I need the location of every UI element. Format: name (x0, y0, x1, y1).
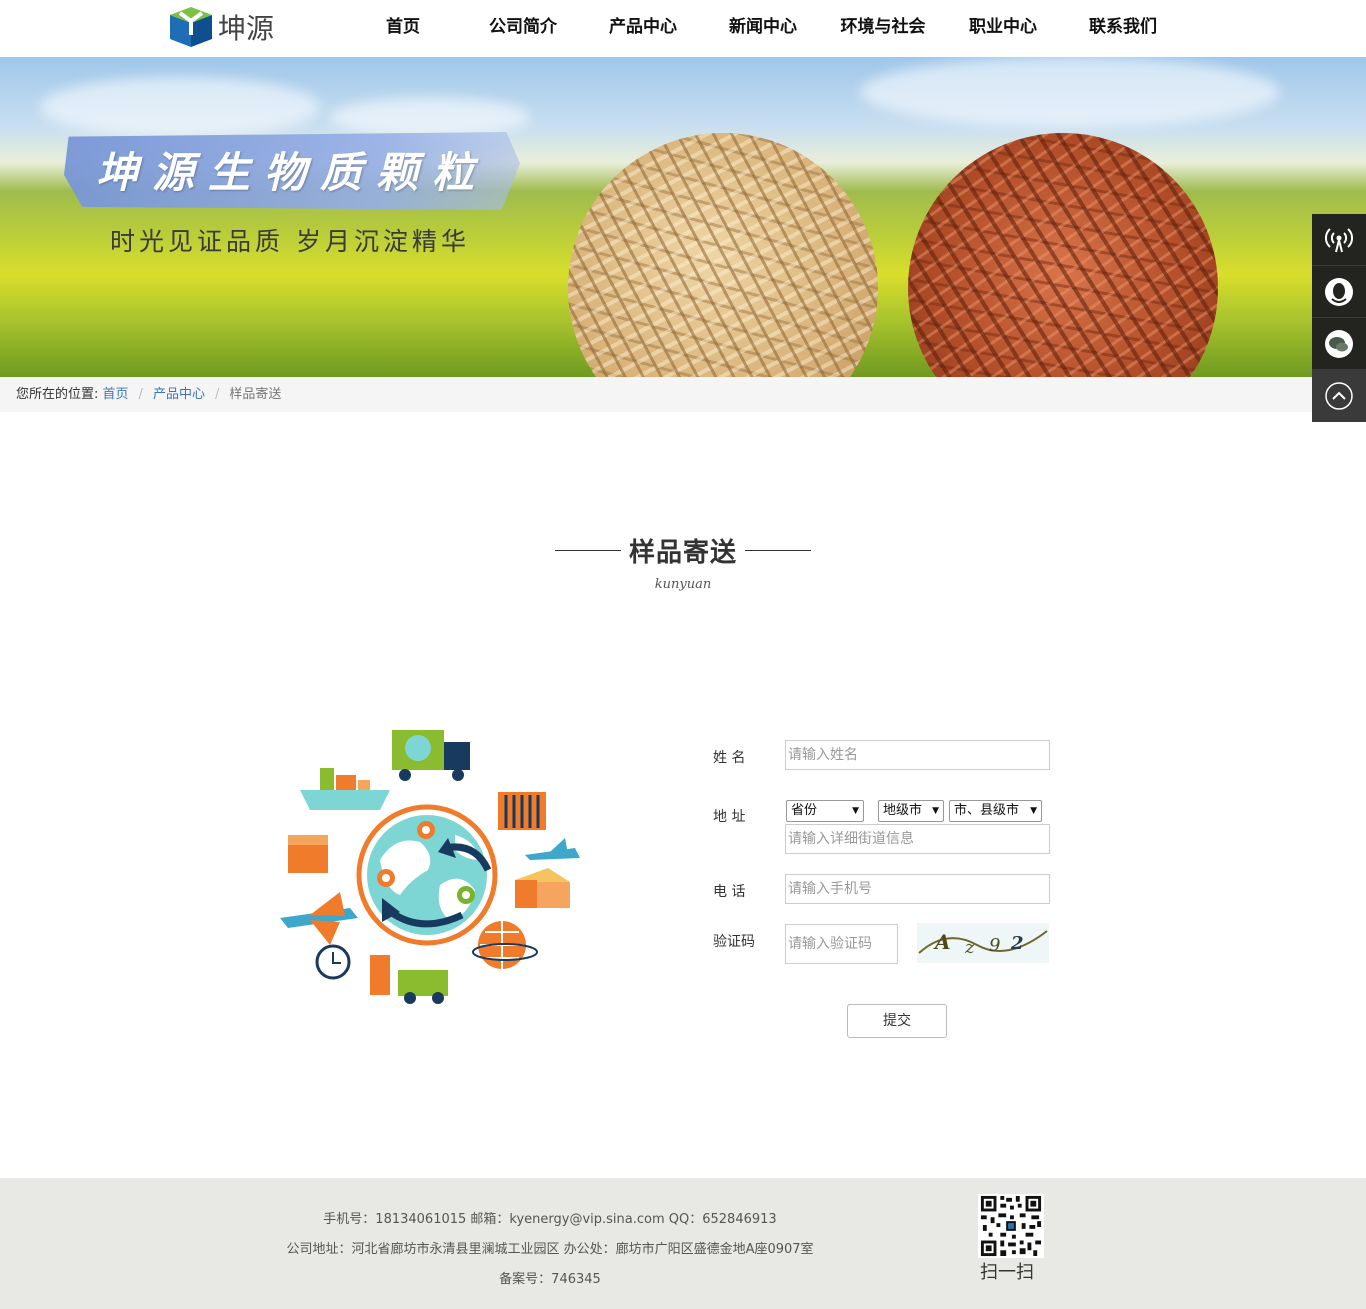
side-qq-button[interactable] (1312, 266, 1366, 318)
heading-divider (554, 550, 621, 551)
dropdown-arrow-icon: ▼ (932, 806, 939, 816)
dropdown-arrow-icon: ▼ (1030, 806, 1037, 816)
nav-environment[interactable]: 环境与社会 (823, 0, 943, 57)
breadcrumb-products[interactable]: 产品中心 (153, 387, 205, 402)
breadcrumb-separator: / (138, 387, 143, 402)
cloud-decoration (860, 57, 1280, 127)
side-float-toolbar (1312, 214, 1366, 422)
hero-banner: 坤源生物质颗粒 时光见证品质 岁月沉淀精华 (0, 57, 1366, 377)
street-input[interactable]: 请输入详细街道信息 (785, 824, 1050, 854)
nav-home[interactable]: 首页 (343, 0, 463, 57)
name-input[interactable]: 请输入姓名 (785, 740, 1050, 770)
side-phone-button[interactable] (1312, 214, 1366, 266)
qq-icon (1325, 277, 1353, 306)
wechat-icon (1325, 329, 1353, 358)
province-select[interactable]: 省份 ▼ (786, 800, 864, 822)
phone-input[interactable]: 请输入手机号 (785, 874, 1050, 904)
city-select[interactable]: 地级市 ▼ (878, 800, 944, 822)
footer-contact-line: 手机号：18134061015 邮箱：kyenergy@vip.sina.com… (323, 1212, 777, 1227)
breadcrumb-home[interactable]: 首页 (103, 387, 129, 402)
qr-caption: 扫一扫 (980, 1262, 1034, 1283)
banner-slogan: 时光见证品质 岁月沉淀精华 (110, 227, 470, 256)
captcha-input[interactable]: 请输入验证码 (785, 924, 898, 964)
logistics-illustration (280, 730, 580, 1004)
name-label: 姓 名 (713, 750, 746, 766)
cloud-decoration (40, 77, 320, 137)
site-header: 坤源 首页 公司简介 产品中心 新闻中心 环境与社会 职业中心 联系我们 (0, 0, 1366, 57)
signal-icon (1324, 227, 1354, 252)
logo[interactable]: 坤源 (168, 5, 274, 49)
breadcrumb-separator: / (214, 387, 220, 402)
chevron-up-icon (1325, 381, 1353, 410)
section-subtitle: kunyuan (654, 577, 712, 592)
phone-label: 电 话 (713, 884, 746, 900)
nav-contact[interactable]: 联系我们 (1063, 0, 1183, 57)
heading-divider (745, 550, 811, 551)
svg-text:A: A (933, 930, 951, 954)
svg-text:9: 9 (989, 935, 1000, 956)
back-to-top-button[interactable] (1312, 370, 1366, 422)
section-title: 样品寄送 (628, 538, 737, 568)
nav-careers[interactable]: 职业中心 (943, 0, 1063, 57)
svg-text:z: z (964, 937, 975, 958)
main-nav: 首页 公司简介 产品中心 新闻中心 环境与社会 职业中心 联系我们 (343, 0, 1183, 57)
city-value: 地级市 (883, 803, 923, 818)
side-wechat-button[interactable] (1312, 318, 1366, 370)
nav-news[interactable]: 新闻中心 (703, 0, 823, 57)
nav-products[interactable]: 产品中心 (583, 0, 703, 57)
qr-code-image (978, 1194, 1044, 1258)
captcha-image[interactable]: A z 9 2 (917, 923, 1049, 963)
county-value: 市、县级市 (954, 803, 1020, 818)
footer-icp-line: 备案号：746345 (499, 1272, 601, 1287)
svg-text:2: 2 (1010, 933, 1024, 954)
breadcrumb-current: 样品寄送 (229, 387, 282, 402)
breadcrumb: 您所在的位置: 首页 / 产品中心 / 样品寄送 (0, 377, 1366, 412)
section-heading: 样品寄送 (0, 532, 1366, 569)
cloud-decoration (330, 97, 530, 137)
county-select[interactable]: 市、县级市 ▼ (949, 800, 1042, 822)
nav-about[interactable]: 公司简介 (463, 0, 583, 57)
province-value: 省份 (791, 803, 818, 818)
footer-address-line: 公司地址：河北省廊坊市永清县里澜城工业园区 办公处：廊坊市广阳区盛德金地A座09… (286, 1242, 814, 1257)
red-pellet-image (908, 133, 1218, 377)
logo-text: 坤源 (218, 12, 275, 45)
banner-title: 坤源生物质颗粒 (96, 148, 489, 197)
captcha-label: 验证码 (713, 934, 755, 950)
logo-cube-icon (170, 7, 212, 47)
wood-pellet-image (568, 133, 878, 377)
address-label: 地 址 (713, 809, 746, 825)
breadcrumb-prefix: 您所在的位置: (16, 387, 99, 402)
submit-button[interactable]: 提交 (847, 1004, 947, 1038)
dropdown-arrow-icon: ▼ (852, 806, 859, 816)
